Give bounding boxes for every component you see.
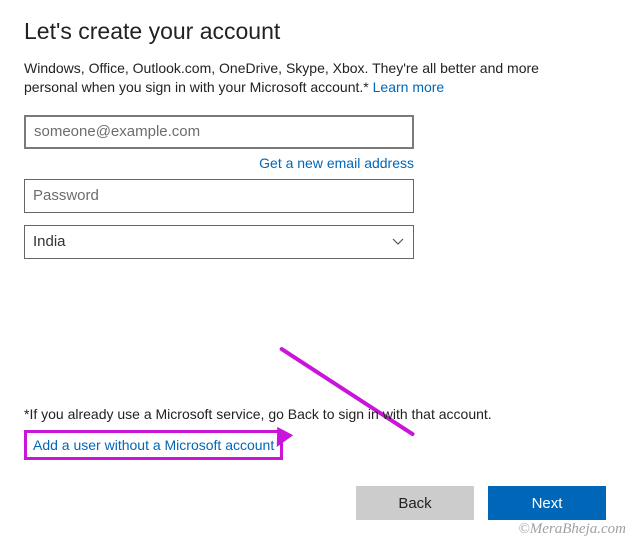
- country-select[interactable]: India: [24, 225, 414, 259]
- learn-more-link[interactable]: Learn more: [373, 79, 445, 95]
- add-user-without-ms-account-link[interactable]: Add a user without a Microsoft account: [24, 430, 283, 460]
- country-selected-value: India: [33, 233, 66, 250]
- back-button[interactable]: Back: [356, 486, 474, 520]
- get-new-email-link[interactable]: Get a new email address: [259, 155, 414, 171]
- watermark: ©MeraBheja.com: [518, 521, 626, 538]
- email-input[interactable]: [24, 115, 414, 149]
- password-input[interactable]: [24, 179, 414, 213]
- intro-text: Windows, Office, Outlook.com, OneDrive, …: [24, 59, 584, 97]
- signup-form: Get a new email address India: [24, 115, 414, 259]
- chevron-down-icon: [391, 235, 405, 249]
- page-title: Let's create your account: [24, 18, 606, 45]
- footer-note: *If you already use a Microsoft service,…: [24, 406, 606, 422]
- intro-copy: Windows, Office, Outlook.com, OneDrive, …: [24, 60, 539, 95]
- next-button[interactable]: Next: [488, 486, 606, 520]
- dialog-buttons: Back Next: [24, 486, 606, 520]
- new-email-row: Get a new email address: [24, 149, 414, 179]
